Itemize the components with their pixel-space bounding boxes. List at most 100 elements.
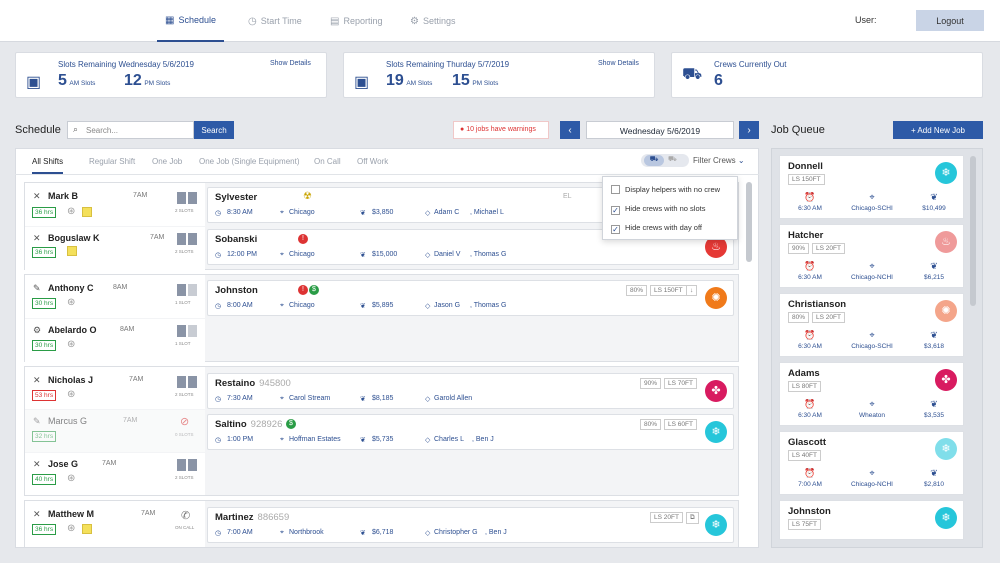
crew-row[interactable]: ✕ Jose G 7AM 40 hrs ⊛ 2 SLOTS (25, 453, 205, 495)
add-new-job-button[interactable]: + Add New Job (893, 121, 983, 139)
copy-icon[interactable]: ⧉ (686, 512, 699, 524)
search-icon: ⌕ (73, 124, 79, 134)
nav-schedule[interactable]: ▦ Schedule (157, 0, 224, 42)
tab-on-call[interactable]: On Call (314, 157, 341, 166)
note-icon[interactable] (82, 524, 92, 534)
queue-job-card[interactable]: Donnell LS 150FT ❄ ⏰ 6:30 AM ⌖ Chicago-SCH… (779, 155, 964, 219)
phone-icon: ✆ (181, 510, 191, 522)
calendar-icon: ▦ (165, 14, 175, 26)
helmet-icon: ⊛ (67, 523, 76, 534)
clock-icon: ◷ (215, 396, 222, 403)
filter-crews-menu: Display helpers with no crew ✓ Hide crews… (602, 176, 738, 240)
queue-job-card[interactable]: Johnston LS 75FT ❄ (779, 500, 964, 540)
queue-job-card[interactable]: Hatcher 90% LS 20FT ♨ ⏰ 6:30 AM ⌖ Chicago-… (779, 224, 964, 288)
filter-option-no-slots[interactable]: ✓ Hide crews with no slots (611, 204, 705, 215)
note-icon[interactable] (67, 246, 77, 256)
next-day-button[interactable]: › (739, 121, 759, 139)
slots-indicator (177, 325, 199, 339)
crew-row[interactable]: ✕ Matthew M 7AM 36 hrs ⊛ ✆ ON CALL (25, 501, 205, 547)
tab-one-job[interactable]: One Job (152, 157, 182, 166)
job-card[interactable]: Restaino 945800 90% LS 70FT ◷ 7:30 AM ⌖ Car… (207, 373, 734, 409)
schedule-scrollbar[interactable] (746, 182, 752, 262)
location-icon: ⌖ (280, 529, 284, 536)
show-details-link[interactable]: Show Details (270, 60, 311, 67)
crew-group: ✎ Anthony C 8AM 30 hrs ⊛ 1 SLOT ⚙ Abelar… (24, 274, 739, 362)
money-icon: ❦ (930, 468, 938, 478)
show-details-link[interactable]: Show Details (598, 60, 639, 67)
crew-icon: ◇ (425, 530, 431, 537)
schedule-title: Schedule (15, 124, 61, 136)
flame-icon: ✺ (935, 300, 957, 322)
location-icon: ⌖ (280, 251, 284, 258)
tab-all-shifts[interactable]: All Shifts (32, 157, 64, 174)
filter-crews-dropdown[interactable]: Filter Crews ⌄ (693, 156, 745, 165)
prev-day-button[interactable]: ‹ (560, 121, 580, 139)
location-icon: ⌖ (869, 330, 875, 340)
location-icon: ⌖ (869, 468, 875, 478)
search-button[interactable]: Search (194, 121, 234, 139)
fire-icon: ♨ (935, 231, 957, 253)
job-card[interactable]: Martinez 886659 LS 20FT ⧉ ◷ 7:00 AM ⌖ North… (207, 507, 734, 543)
location-icon: ⌖ (869, 399, 875, 409)
money-icon: ❦ (360, 210, 366, 217)
crew-row[interactable]: ✕ Mark B 7AM 36 hrs ⊛ 2 SLOTS (25, 183, 205, 226)
crew-row[interactable]: ✎ Anthony C 8AM 30 hrs ⊛ 1 SLOT (25, 275, 205, 318)
search-input[interactable]: Search... (67, 121, 194, 139)
user-label: User: (855, 15, 877, 25)
queue-job-card[interactable]: Glascott LS 40FT ❄ ⏰ 7:00 AM ⌖ Chicago-NCH… (779, 431, 964, 495)
crew-icon: ◇ (425, 437, 431, 444)
money-icon: ❦ (360, 252, 366, 259)
checkbox[interactable] (611, 185, 620, 194)
snowflake-icon: ❄ (935, 162, 957, 184)
helmet-icon: ⊛ (67, 297, 76, 308)
view-toggle[interactable]: ⛟ ⛟ (641, 154, 689, 167)
dollar-icon: $ (309, 285, 319, 295)
flame-icon: ✺ (705, 287, 727, 309)
queue-job-card[interactable]: Adams LS 80FT ✤ ⏰ 6:30 AM ⌖ Wheaton ❦ $3,53… (779, 362, 964, 426)
filter-option-day-off[interactable]: ✓ Hide crews with day off (611, 223, 702, 234)
chevron-down-icon: ⌄ (737, 156, 745, 165)
checkbox-checked[interactable]: ✓ (611, 225, 620, 234)
crew-row[interactable]: ⚙ Abelardo O 8AM 30 hrs ⊛ 1 SLOT (25, 319, 205, 362)
truck-off-icon: ⛟ (668, 156, 677, 163)
logout-button[interactable]: Logout (916, 10, 984, 31)
slots-indicator (177, 192, 199, 206)
crew-row[interactable]: ✕ Boguslaw K 7AM 36 hrs 2 SLOTS (25, 227, 205, 270)
nav-reporting[interactable]: ▤ Reporting (330, 0, 382, 42)
calendar-stack-icon: ▣ (354, 74, 370, 91)
truck-icon: ⛟ (682, 66, 703, 83)
checkbox-checked[interactable]: ✓ (611, 206, 620, 215)
gear-icon: ⚙ (410, 15, 419, 27)
queue-job-card[interactable]: Christianson 80% LS 20FT ✺ ⏰ 6:30 AM ⌖ Chi… (779, 293, 964, 357)
clock-icon: ◷ (215, 530, 222, 537)
tools-icon: ✕ (33, 191, 41, 201)
crew-icon: ◇ (425, 303, 431, 310)
date-display[interactable]: Wednesday 5/6/2019 (586, 121, 734, 139)
slots-indicator (177, 233, 199, 247)
nav-start-time[interactable]: ◷ Start Time (248, 0, 302, 42)
crew-group: ✕ Matthew M 7AM 36 hrs ⊛ ✆ ON CALL Marti… (24, 500, 739, 547)
job-card[interactable]: Saltino 928926 $ 80% LS 60FT ◷ 1:00 PM ⌖ Ho… (207, 414, 734, 450)
fan-icon: ✤ (705, 380, 727, 402)
crew-row[interactable]: ✕ Nicholas J 7AM 53 hrs ⊛ 2 SLOTS (25, 367, 205, 409)
nav-settings[interactable]: ⚙ Settings (410, 0, 456, 42)
slots-indicator (177, 376, 199, 390)
job-card[interactable]: Johnston ! $ 80% LS 150FT ↓ ◷ 8:00 AM ⌖ Ch… (207, 280, 734, 316)
slots-thursday-card: ▣ Slots Remaining Thurday 5/7/2019 Show … (343, 52, 655, 98)
warnings-badge[interactable]: ● 10 jobs have warnings (453, 121, 549, 139)
filter-option-helpers[interactable]: Display helpers with no crew (611, 185, 720, 194)
tab-regular-shift[interactable]: Regular Shift (89, 157, 135, 166)
snowflake-icon: ❄ (705, 514, 727, 536)
note-icon[interactable] (82, 207, 92, 217)
clock-icon: ◷ (215, 210, 222, 217)
crew-row[interactable]: ✎ Marcus G 7AM 32 hrs ⊘ 0 SLOTS (25, 410, 205, 452)
tab-off-work[interactable]: Off Work (357, 157, 388, 166)
location-icon: ⌖ (869, 192, 875, 202)
helmet-icon: ⊛ (67, 389, 76, 400)
alert-icon: ! (298, 234, 308, 244)
tools-icon: ✕ (33, 459, 41, 469)
queue-scrollbar[interactable] (970, 156, 976, 306)
helmet-icon: ⊛ (67, 206, 76, 217)
tab-one-job-single[interactable]: One Job (Single Equipment) (199, 157, 300, 166)
helmet-icon: ⊛ (67, 473, 76, 484)
